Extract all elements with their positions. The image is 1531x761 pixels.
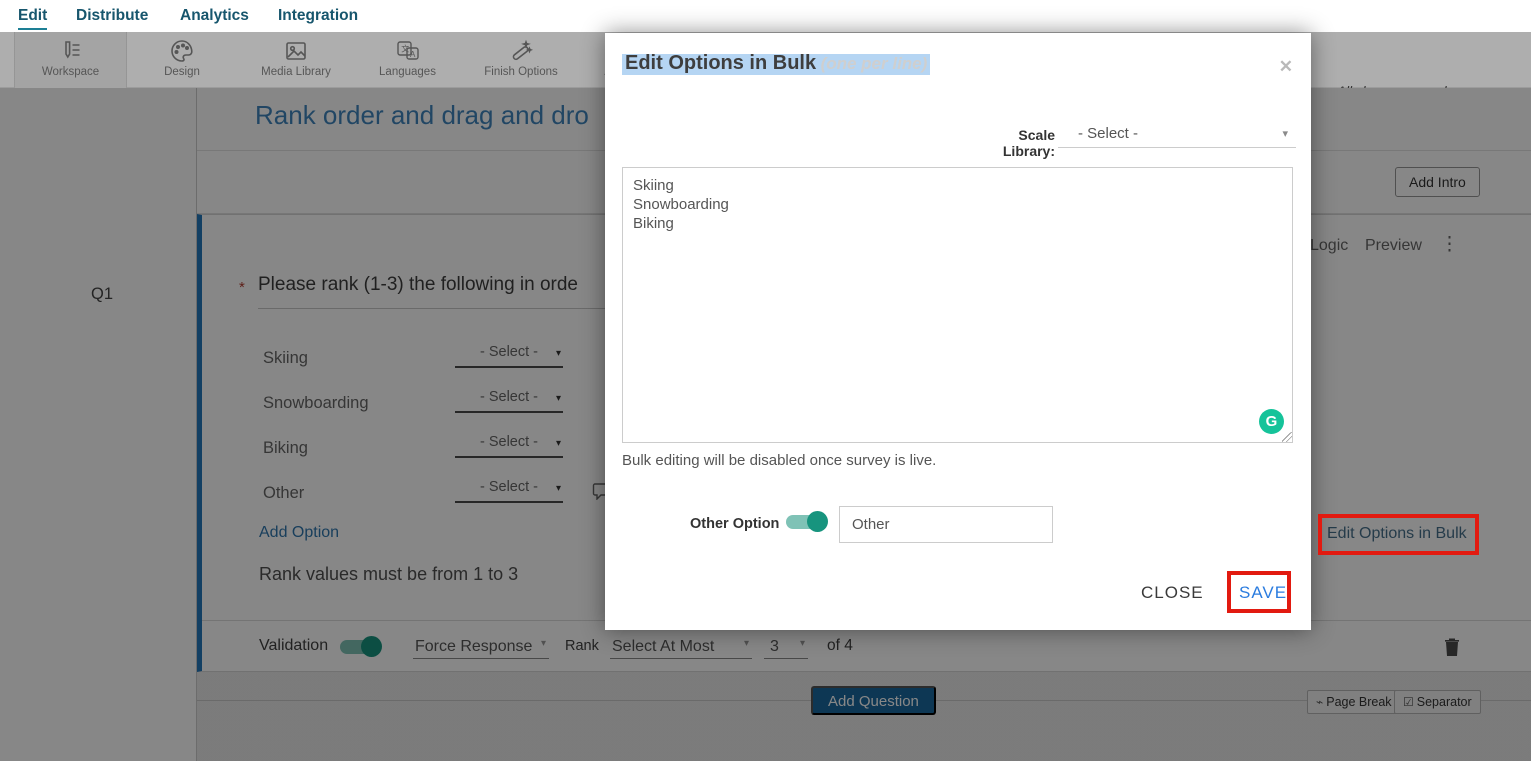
resize-handle-icon[interactable] [1282, 432, 1292, 442]
survey-builder-app: Edit Distribute Analytics Integration Wo… [0, 0, 1531, 761]
modal-close-button[interactable]: CLOSE [1141, 583, 1204, 603]
nav-tab-distribute[interactable]: Distribute [76, 7, 148, 25]
scale-library-select[interactable]: - Select - ▾ [1058, 121, 1296, 148]
other-option-input[interactable] [839, 506, 1053, 543]
toggle-knob [807, 511, 828, 532]
other-option-toggle[interactable] [786, 511, 828, 532]
annotation-box-save [1227, 571, 1291, 613]
bulk-edit-note: Bulk editing will be disabled once surve… [622, 452, 937, 469]
scale-library-label: Scale Library: [1002, 127, 1055, 159]
modal-subtitle: (one per line) [820, 54, 928, 73]
modal-header: Edit Options in Bulk (one per line) [622, 52, 931, 75]
select-value: - Select - [1078, 125, 1139, 142]
nav-tab-integration[interactable]: Integration [278, 7, 358, 25]
caret-down-icon: ▾ [1282, 128, 1288, 140]
modal-title: Edit Options in Bulk [625, 52, 817, 74]
edit-options-in-bulk-modal: Edit Options in Bulk (one per line) ✕ Sc… [605, 33, 1311, 630]
nav-tab-analytics[interactable]: Analytics [180, 7, 249, 25]
annotation-box-edit-options [1318, 514, 1479, 555]
top-nav: Edit Distribute Analytics Integration [0, 0, 1531, 32]
other-option-label: Other Option [690, 516, 780, 532]
grammarly-icon[interactable]: G [1259, 409, 1284, 434]
close-icon[interactable]: ✕ [1279, 57, 1293, 77]
selection-highlight: Edit Options in Bulk (one per line) [622, 52, 931, 75]
nav-tab-edit[interactable]: Edit [18, 7, 48, 30]
bulk-options-textarea[interactable]: Skiing Snowboarding Biking [622, 167, 1293, 443]
